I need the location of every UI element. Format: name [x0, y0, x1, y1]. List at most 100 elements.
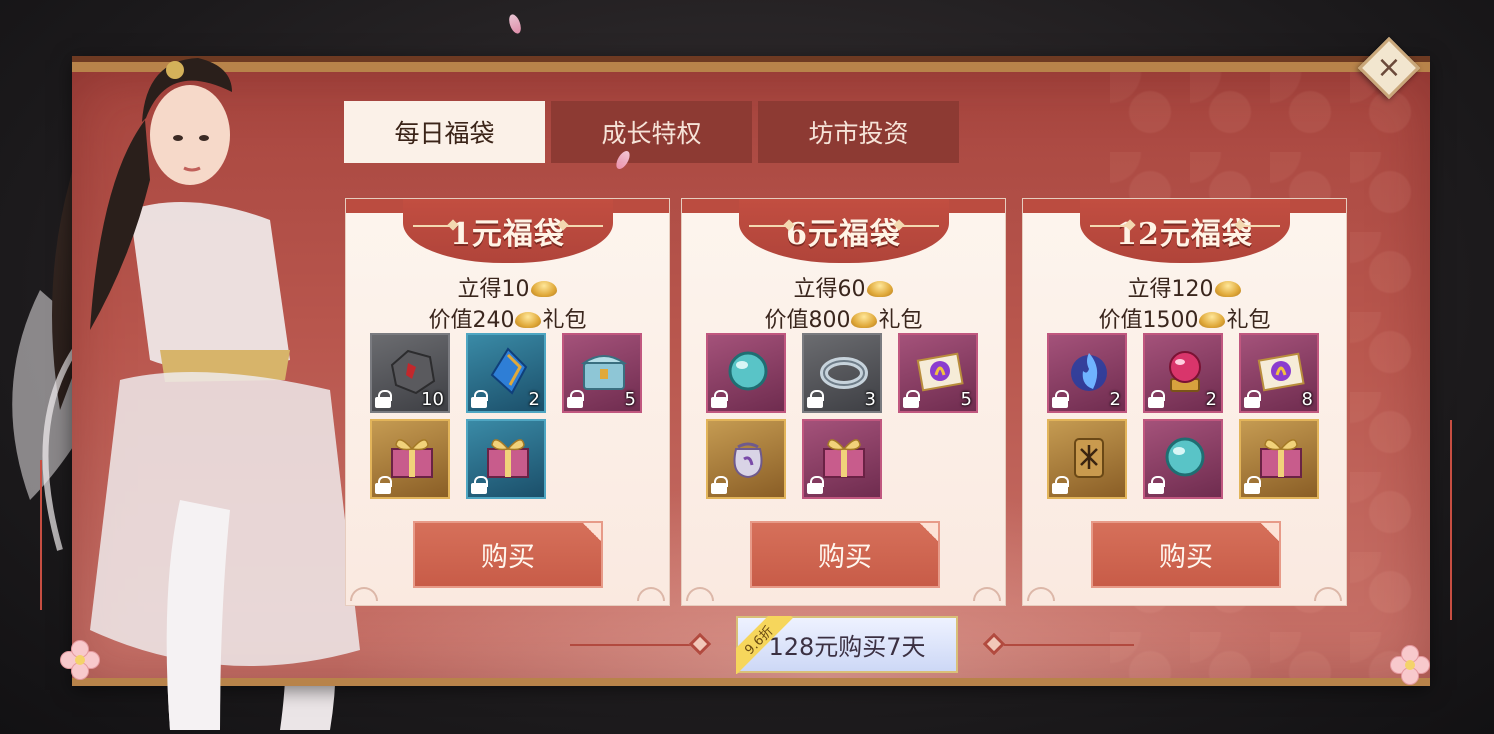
reward-item[interactable] — [466, 419, 546, 499]
lock-icon — [375, 476, 392, 494]
tab-daily-bag[interactable]: 每日福袋 — [344, 101, 545, 163]
decor-line-right — [1004, 644, 1134, 646]
token-icon — [1061, 429, 1117, 485]
close-icon: × — [1376, 50, 1402, 85]
discount-label: 9.6折 — [736, 616, 794, 674]
reward-item[interactable] — [370, 419, 450, 499]
orb-icon — [1157, 429, 1213, 485]
reward-item[interactable] — [706, 419, 786, 499]
instant-reward-value: 立得120 — [1127, 277, 1214, 302]
pouch-icon — [720, 429, 776, 485]
tassel-decoration — [40, 460, 42, 610]
pack-card: 1元福袋立得10 价值240 礼包 10 2 5 购买 — [345, 198, 670, 606]
item-quantity: 3 — [864, 389, 876, 410]
gift-box-icon — [480, 429, 536, 485]
pack-value-suffix: 礼包 — [542, 308, 587, 333]
reward-item-grid: 2 2 8 — [1047, 333, 1327, 499]
buy-button[interactable]: 购买 — [413, 521, 603, 588]
gift-box-icon — [816, 429, 872, 485]
reward-item[interactable] — [1239, 419, 1319, 499]
item-quantity: 2 — [1205, 389, 1217, 410]
pack-title: 1元福袋 — [450, 217, 565, 252]
lock-icon — [711, 476, 728, 494]
lock-icon — [807, 390, 824, 408]
instant-reward-value: 立得60 — [793, 277, 866, 302]
pack-title: 12元福袋 — [1116, 217, 1253, 252]
reward-item-grid: 10 2 5 — [370, 333, 650, 499]
item-quantity: 5 — [624, 389, 636, 410]
item-quantity: 2 — [1109, 389, 1121, 410]
reward-item[interactable]: 2 — [1143, 333, 1223, 413]
title-ornament-right — [898, 225, 939, 227]
title-ornament-right — [1239, 225, 1280, 227]
gold-ingot-icon — [530, 281, 557, 297]
instant-reward-value: 立得10 — [457, 277, 530, 302]
instant-reward-text: 立得60 — [682, 271, 1005, 303]
gift-box-icon — [1253, 429, 1309, 485]
title-ornament-left — [412, 225, 453, 227]
reward-item[interactable] — [802, 419, 882, 499]
reward-item[interactable]: 5 — [562, 333, 642, 413]
pack-value-amount: 价值800 — [764, 308, 851, 333]
reward-item-grid: 35 — [706, 333, 986, 499]
instant-reward-text: 立得10 — [346, 271, 669, 303]
reward-item[interactable]: 8 — [1239, 333, 1319, 413]
title-ornament-right — [562, 225, 603, 227]
tab-growth-privilege[interactable]: 成长特权 — [551, 101, 752, 163]
petal-decoration — [506, 12, 524, 36]
corner-ornament — [350, 587, 378, 601]
reward-item[interactable]: 3 — [802, 333, 882, 413]
item-quantity: 8 — [1301, 389, 1313, 410]
pack-value-amount: 价值240 — [428, 308, 515, 333]
reward-item[interactable]: 5 — [898, 333, 978, 413]
reward-item[interactable]: 10 — [370, 333, 450, 413]
gold-ingot-icon — [866, 281, 893, 297]
item-quantity: 5 — [960, 389, 972, 410]
flower-decoration-right — [1390, 645, 1430, 685]
orb-icon — [720, 343, 776, 399]
item-quantity: 2 — [528, 389, 540, 410]
pack-value-text: 价值240 礼包 — [346, 302, 669, 334]
corner-ornament — [637, 587, 665, 601]
pack-value-suffix: 礼包 — [1226, 308, 1271, 333]
lock-icon — [375, 390, 392, 408]
pack-value-text: 价值800 礼包 — [682, 302, 1005, 334]
gold-ingot-icon — [1199, 312, 1226, 328]
decor-line-left — [570, 644, 700, 646]
tassel-decoration — [1450, 420, 1452, 620]
corner-ornament — [686, 587, 714, 601]
reward-item[interactable]: 2 — [1047, 333, 1127, 413]
lock-icon — [1148, 390, 1165, 408]
tab-market-investment[interactable]: 坊市投资 — [758, 101, 959, 163]
lock-icon — [1244, 390, 1261, 408]
discount-badge: 9.6折 — [736, 616, 794, 674]
instant-reward-text: 立得120 — [1023, 271, 1346, 303]
gold-ingot-icon — [1214, 281, 1241, 297]
reward-item[interactable] — [1047, 419, 1127, 499]
pack-title-banner: 1元福袋 — [402, 199, 613, 263]
lock-icon — [471, 476, 488, 494]
gift-box-icon — [384, 429, 440, 485]
flower-decoration-left — [60, 640, 100, 680]
buy-button[interactable]: 购买 — [1091, 521, 1281, 588]
weekly-purchase-button[interactable]: 9.6折 128元购买7天 — [736, 616, 958, 674]
reward-item[interactable] — [706, 333, 786, 413]
corner-ornament — [973, 587, 1001, 601]
lock-icon — [711, 390, 728, 408]
item-quantity: 10 — [421, 389, 444, 410]
reward-item[interactable]: 2 — [466, 333, 546, 413]
lock-icon — [903, 390, 920, 408]
lock-icon — [567, 390, 584, 408]
lock-icon — [1148, 476, 1165, 494]
buy-button[interactable]: 购买 — [750, 521, 940, 588]
lock-icon — [1052, 390, 1069, 408]
lock-icon — [1244, 476, 1261, 494]
reward-item[interactable] — [1143, 419, 1223, 499]
tab-bar: 每日福袋 成长特权 坊市投资 — [344, 101, 959, 163]
pack-title: 6元福袋 — [786, 217, 901, 252]
gold-ingot-icon — [851, 312, 878, 328]
pack-title-banner: 12元福袋 — [1079, 199, 1290, 263]
pack-card: 12元福袋 立得120 价值1500 礼包 2 2 8 购买 — [1022, 198, 1347, 606]
lock-icon — [1052, 476, 1069, 494]
corner-ornament — [1027, 587, 1055, 601]
